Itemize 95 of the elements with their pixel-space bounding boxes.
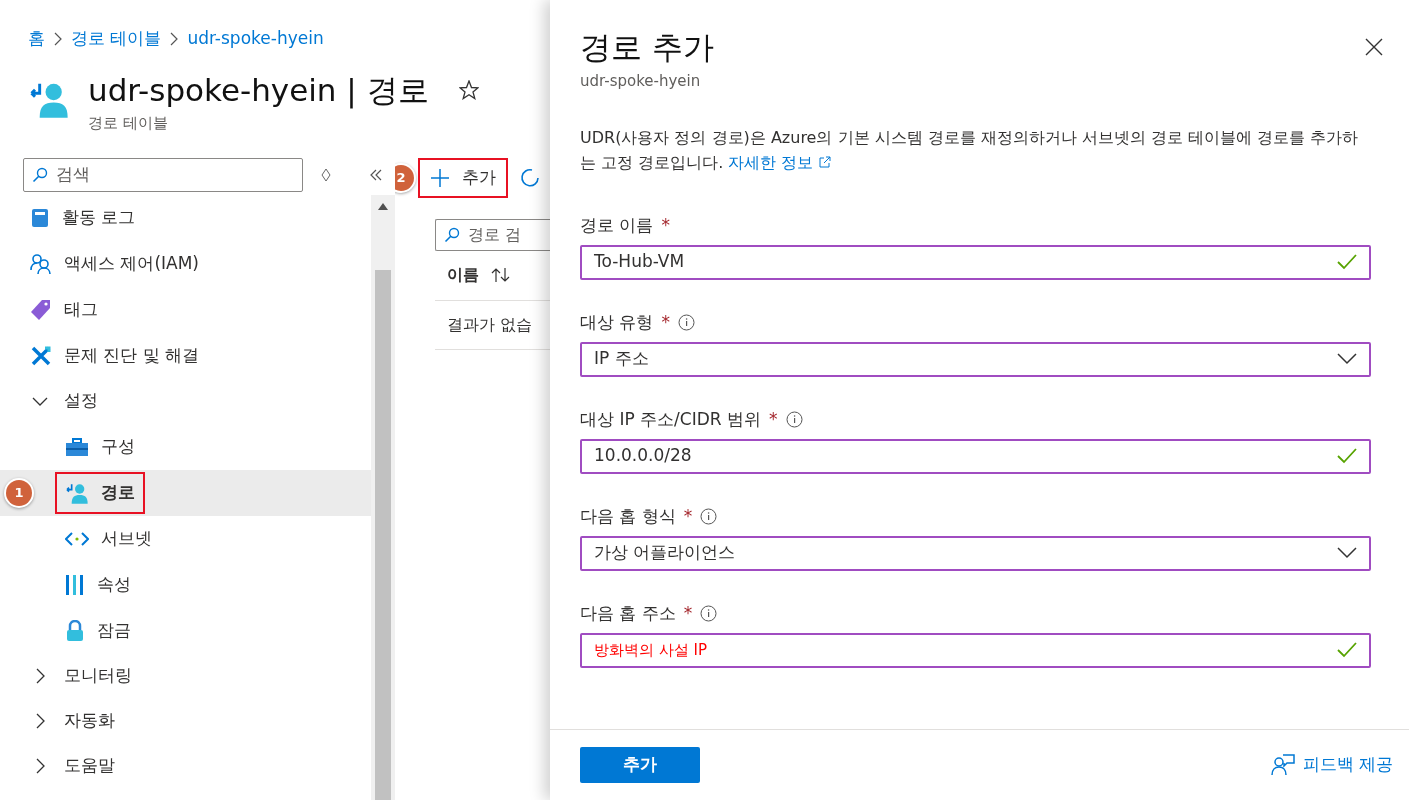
submit-button[interactable]: 추가 <box>580 747 700 783</box>
search-placeholder: 경로 검 <box>468 223 522 246</box>
collapse-icon[interactable] <box>369 167 383 182</box>
breadcrumb-link[interactable]: 경로 테이블 <box>71 26 162 52</box>
required-asterisk: * <box>683 504 693 528</box>
chevron-down-icon <box>1337 353 1357 365</box>
panel-title: 경로 추가 <box>580 28 714 67</box>
nav-item-label: 문제 진단 및 해결 <box>64 343 200 367</box>
add-button[interactable]: 추가 <box>418 157 508 198</box>
field-label: 다음 홉 주소 <box>580 601 676 625</box>
step-marker: 1 <box>6 479 32 506</box>
close-icon[interactable] <box>1365 38 1383 56</box>
nav-group-row[interactable]: 모니터링 <box>0 653 371 699</box>
input-field[interactable]: 10.0.0.0/28 <box>580 438 1371 474</box>
column-header[interactable]: 이름 <box>447 263 479 287</box>
field-value: 10.0.0.0/28 <box>594 444 692 468</box>
external-link-icon <box>819 156 832 168</box>
nav-group-label: 모니터링 <box>64 664 132 688</box>
nav-item-row[interactable]: 1 경로 <box>0 469 371 516</box>
nav-item-label: 태그 <box>64 297 98 321</box>
nav-item-row[interactable]: 속성 <box>0 561 371 608</box>
tag-icon <box>30 298 52 321</box>
nav-group-label: 도움말 <box>64 754 115 778</box>
dropdown-field[interactable]: IP 주소 <box>580 341 1371 377</box>
panel-description: UDR(사용자 정의 경로)은 Azure의 기본 시스템 경로를 재정의하거나 서브넷의 경로 테이블에 경로를 추가하는 고정 경로입니다. 자세한 정보 <box>580 124 1371 175</box>
scroll-up-icon[interactable] <box>378 202 388 210</box>
page-title: udr-spoke-hyein | 경로 <box>88 71 429 111</box>
nav-item-label: 속성 <box>97 572 131 596</box>
feedback-link[interactable]: 피드백 제공 <box>1270 752 1393 778</box>
sort-arrows-icon[interactable] <box>491 267 511 283</box>
nav-group-label: 설정 <box>64 389 98 413</box>
chevron-right-icon <box>53 32 63 46</box>
nav-group-label: 자동화 <box>64 709 115 733</box>
nav-group-row[interactable]: 설정 <box>0 378 371 424</box>
star-icon[interactable] <box>458 80 479 100</box>
chevron-right-icon <box>169 32 180 46</box>
chevron-down-icon <box>1337 547 1357 559</box>
check-icon <box>1337 254 1357 270</box>
required-asterisk: * <box>661 310 670 334</box>
check-icon <box>1337 448 1357 464</box>
tools-icon <box>30 344 52 367</box>
nav-item-row[interactable]: 잠금 <box>0 607 371 654</box>
field-label: 경로 이름 <box>580 213 654 237</box>
input-field[interactable]: To-Hub-VM <box>580 244 1371 280</box>
nav-item-row[interactable]: 활동 로그 <box>0 194 371 241</box>
page-subtitle: 경로 테이블 <box>88 113 169 134</box>
nav-item-row[interactable]: 구성 <box>0 423 371 470</box>
search-icon <box>32 166 48 183</box>
field-value: To-Hub-VM <box>594 250 685 274</box>
people-icon <box>30 252 52 275</box>
scrollbar[interactable] <box>371 194 395 800</box>
field-value: 가상 어플라이언스 <box>594 541 736 565</box>
nav-item-label: 잠금 <box>97 618 131 642</box>
lock-icon <box>65 619 85 642</box>
nav-item-label: 경로 <box>101 480 135 504</box>
refresh-icon[interactable] <box>520 166 540 189</box>
required-asterisk: * <box>769 407 778 431</box>
field-label: 대상 IP 주소/CIDR 범위 <box>580 407 761 431</box>
field-label: 대상 유형 <box>580 310 654 334</box>
log-book-icon <box>30 207 50 228</box>
panel-subtitle: udr-spoke-hyein <box>580 71 702 92</box>
search-field[interactable]: 검색 <box>23 157 303 192</box>
search-placeholder: 검색 <box>56 162 90 186</box>
dropdown-field[interactable]: 가상 어플라이언스 <box>580 535 1371 571</box>
nav-group-row[interactable]: 도움말 <box>0 743 371 789</box>
nav-item-row[interactable]: 문제 진단 및 해결 <box>0 332 371 379</box>
required-asterisk: * <box>683 601 693 625</box>
feedback-person-icon <box>1270 753 1295 777</box>
field-label: 다음 홉 형식 <box>580 504 676 528</box>
nav-item-row[interactable]: 액세스 제어(IAM) <box>0 240 371 287</box>
learn-more-link[interactable]: 자세한 정보 <box>728 149 832 175</box>
nav-item-label: 서브넷 <box>101 526 152 550</box>
check-icon <box>1337 642 1357 658</box>
nav-item-label: 활동 로그 <box>62 205 136 229</box>
bars-icon <box>65 573 85 596</box>
breadcrumb-link[interactable]: udr-spoke-hyein <box>187 26 324 52</box>
field-value: 방화벽의 사설 IP <box>594 639 707 661</box>
nav-item-label: 구성 <box>101 434 135 458</box>
route-search-field[interactable]: 경로 검 <box>435 218 550 251</box>
nav-group-row[interactable]: 자동화 <box>0 698 371 744</box>
code-brackets-icon <box>65 530 89 547</box>
breadcrumb-link[interactable]: 홈 <box>28 26 45 52</box>
search-icon <box>444 226 460 243</box>
scrollbar-thumb[interactable] <box>375 269 391 800</box>
empty-message: 결과가 없습 <box>447 313 533 336</box>
nav-item-label: 액세스 제어(IAM) <box>64 251 199 275</box>
plus-icon <box>430 167 450 188</box>
toolbox-icon <box>65 436 89 457</box>
input-field[interactable]: 방화벽의 사설 IP <box>580 632 1371 668</box>
sort-toggle-icon[interactable] <box>321 167 331 182</box>
step-marker: 2 <box>395 164 414 191</box>
nav-item-row[interactable]: 서브넷 <box>0 515 371 562</box>
required-asterisk: * <box>661 213 670 237</box>
field-value: IP 주소 <box>594 347 649 371</box>
nav-item-row[interactable]: 태그 <box>0 286 371 333</box>
